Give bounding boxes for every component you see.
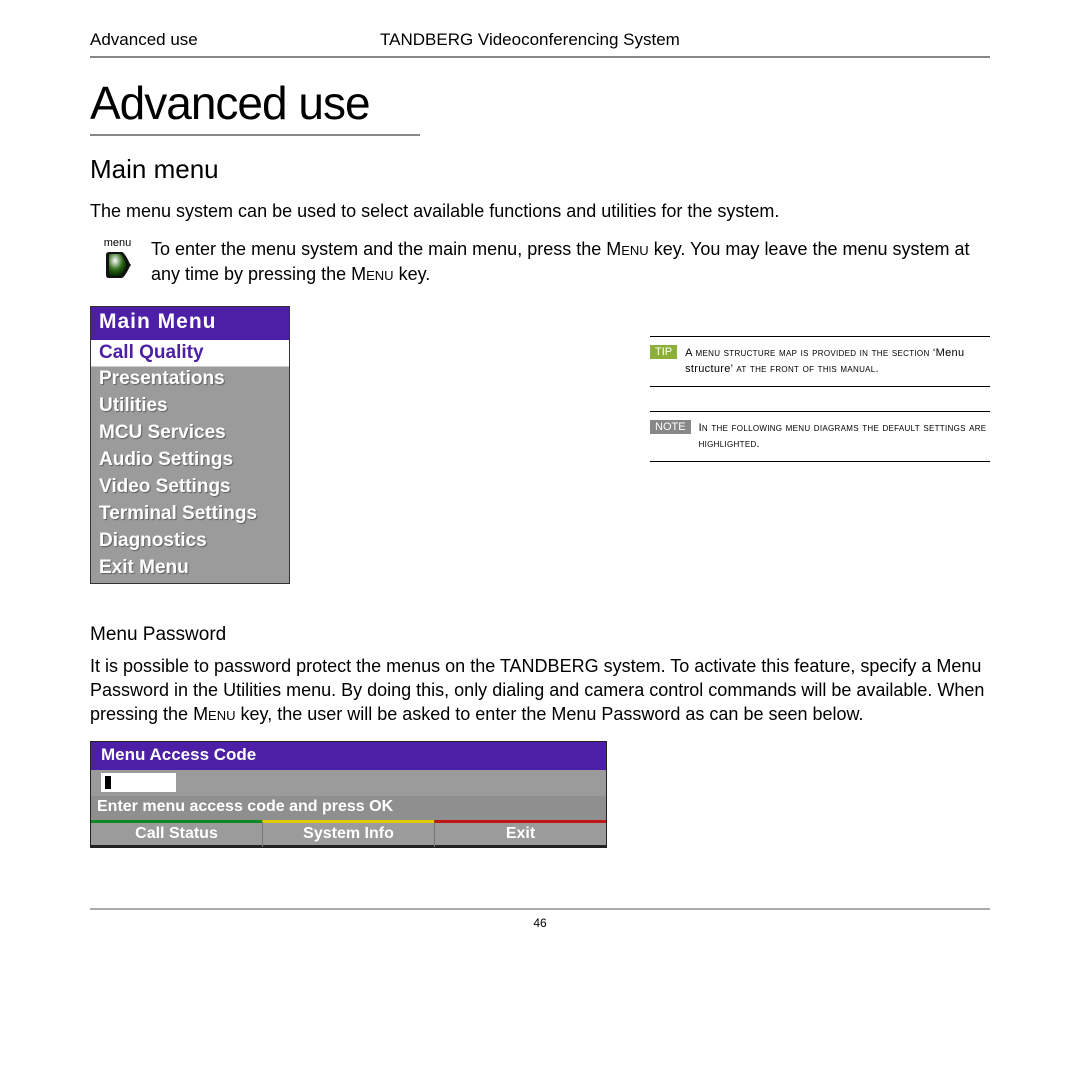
header-section: Advanced use bbox=[90, 30, 380, 50]
menu-item[interactable]: Diagnostics bbox=[91, 529, 289, 556]
tip-text: A menu structure map is provided in the … bbox=[685, 345, 990, 378]
menu-titlebar: Main Menu bbox=[91, 307, 289, 340]
header-divider bbox=[90, 56, 990, 58]
header-product: TANDBERG Videoconferencing System bbox=[380, 30, 990, 50]
call-status-button[interactable]: Call Status bbox=[91, 820, 262, 847]
intro-text: The menu system can be used to select av… bbox=[90, 199, 990, 223]
tip-block: TIP A menu structure map is provided in … bbox=[650, 336, 990, 387]
play-icon bbox=[102, 251, 134, 279]
access-button-row: Call Status System Info Exit bbox=[91, 820, 606, 847]
menu-password-body: It is possible to password protect the m… bbox=[90, 654, 990, 727]
system-info-button[interactable]: System Info bbox=[262, 820, 434, 847]
access-prompt: Enter menu access code and press OK bbox=[91, 796, 606, 820]
page-title: Advanced use bbox=[90, 76, 990, 130]
note-text: In the following menu diagrams the defau… bbox=[699, 420, 990, 453]
section-heading: Main menu bbox=[90, 154, 990, 185]
menu-item[interactable]: Audio Settings bbox=[91, 448, 289, 475]
text-cursor bbox=[105, 776, 111, 789]
page-header: Advanced use TANDBERG Videoconferencing … bbox=[90, 30, 990, 50]
menu-access-code-screenshot: Menu Access Code Enter menu access code … bbox=[90, 741, 607, 848]
menu-item[interactable]: Utilities bbox=[91, 394, 289, 421]
exit-button[interactable]: Exit bbox=[434, 820, 606, 847]
menu-key-instruction: menu To enter the menu system and the ma… bbox=[90, 237, 990, 287]
access-code-input[interactable] bbox=[101, 773, 176, 792]
title-underline bbox=[90, 134, 420, 136]
main-menu-figure-row: Main Menu Call Quality Presentations Uti… bbox=[90, 306, 990, 584]
main-menu-screenshot: Main Menu Call Quality Presentations Uti… bbox=[90, 306, 290, 584]
side-notes: TIP A menu structure map is provided in … bbox=[290, 306, 990, 486]
menu-item-selected[interactable]: Call Quality bbox=[91, 340, 289, 367]
menu-icon-label: menu bbox=[104, 237, 132, 249]
page-number: 46 bbox=[90, 916, 990, 930]
note-block: NOTE In the following menu diagrams the … bbox=[650, 411, 990, 462]
access-titlebar: Menu Access Code bbox=[91, 742, 606, 770]
menu-item[interactable]: Video Settings bbox=[91, 475, 289, 502]
footer-divider bbox=[90, 908, 990, 910]
menu-item[interactable]: Presentations bbox=[91, 367, 289, 394]
menu-item[interactable]: MCU Services bbox=[91, 421, 289, 448]
tip-badge: TIP bbox=[650, 345, 677, 359]
access-input-row bbox=[91, 770, 606, 796]
menu-instruction-text: To enter the menu system and the main me… bbox=[145, 237, 990, 287]
menu-item[interactable]: Exit Menu bbox=[91, 556, 289, 583]
menu-button-icon: menu bbox=[90, 237, 145, 279]
menu-password-heading: Menu Password bbox=[90, 624, 990, 646]
note-badge: NOTE bbox=[650, 420, 691, 434]
menu-item[interactable]: Terminal Settings bbox=[91, 502, 289, 529]
